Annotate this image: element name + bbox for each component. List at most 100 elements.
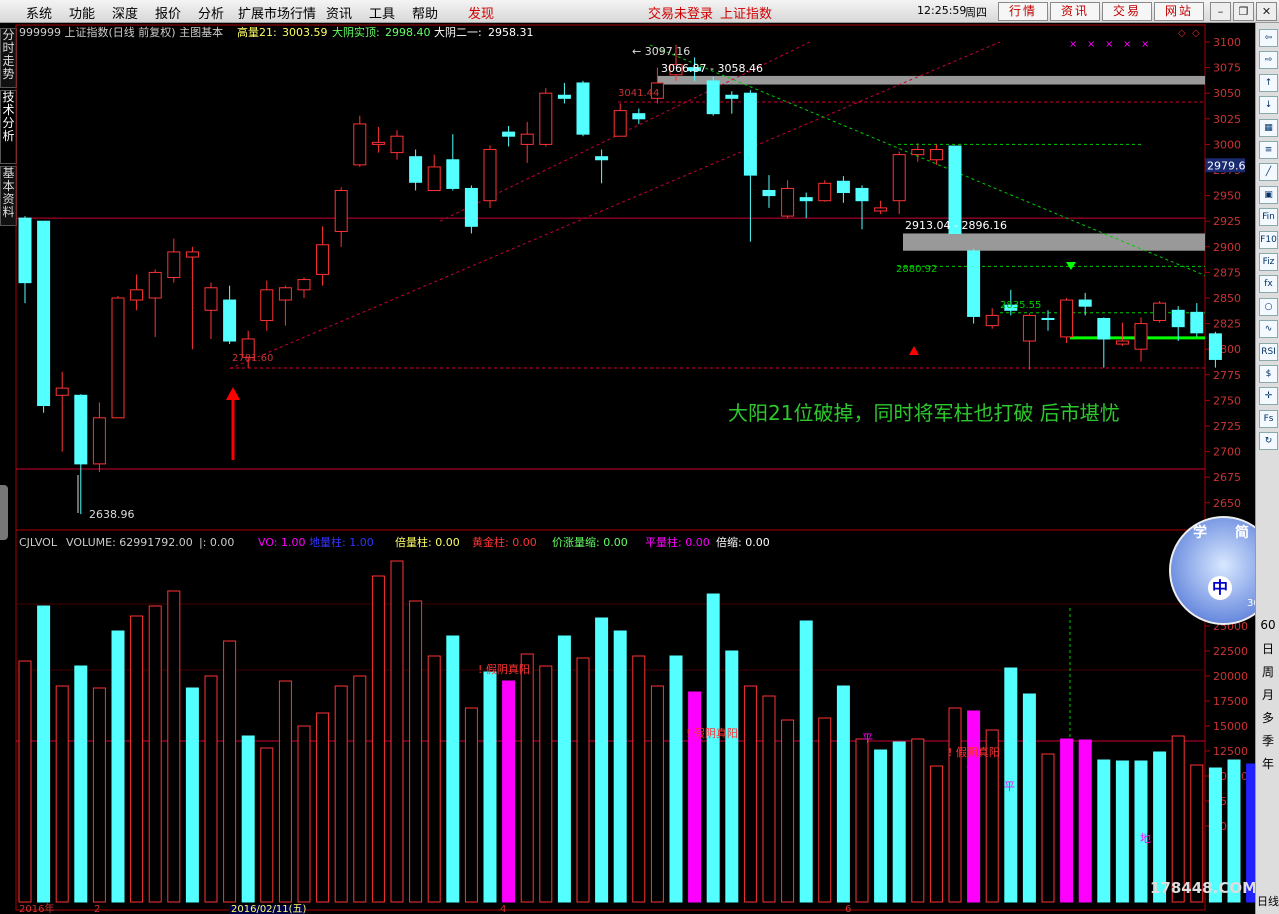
grid-icon[interactable]: ▦ — [1259, 118, 1278, 137]
candle — [557, 82, 571, 104]
rsi-icon[interactable]: RSI — [1259, 342, 1278, 361]
candle-body — [409, 156, 423, 183]
candle — [520, 121, 534, 163]
candle — [55, 371, 69, 452]
overlay-icon[interactable]: ▣ — [1259, 185, 1278, 204]
candle — [967, 248, 981, 324]
candle — [297, 277, 311, 298]
price-tick-label: 2650 — [1213, 497, 1241, 510]
trough-label: 2638.96 — [89, 508, 135, 521]
candle-body — [316, 244, 330, 275]
candle-body — [278, 287, 292, 301]
fiz-icon[interactable]: Fiz — [1259, 253, 1278, 271]
volume-bar — [502, 680, 516, 903]
candle — [167, 238, 181, 283]
bars-icon[interactable]: ≡ — [1259, 141, 1278, 159]
candle — [353, 115, 367, 167]
peak-label: ← 3097.16 — [632, 45, 690, 58]
low-mark-label: 2781.60 — [232, 353, 273, 364]
volume-bar — [464, 707, 478, 903]
period-month[interactable]: 月 — [1258, 686, 1278, 703]
candle — [111, 295, 125, 419]
cross-icon[interactable]: ✛ — [1259, 387, 1278, 406]
candle — [929, 144, 943, 165]
fs-icon[interactable]: Fs — [1259, 409, 1278, 428]
candle — [1134, 317, 1148, 362]
candle-body — [595, 156, 609, 161]
money-icon[interactable]: $ — [1259, 365, 1278, 383]
candle-body — [892, 154, 906, 202]
big-yin-label: 大阴二一: — [434, 25, 482, 39]
candle-body — [74, 394, 88, 465]
candle-body — [799, 197, 813, 202]
price-tick-label: 3025 — [1213, 113, 1241, 126]
di-value: 地量柱: 1.00 — [309, 535, 374, 549]
candle — [1060, 298, 1074, 344]
di-label: 地 — [1140, 832, 1151, 845]
marker-icon: × — [1105, 39, 1113, 50]
fx-icon[interactable]: fx — [1259, 275, 1278, 294]
diamond-icon: ◇ — [1192, 28, 1200, 39]
candle — [799, 192, 813, 219]
candle-body — [92, 417, 106, 465]
candle-body — [632, 113, 646, 120]
period-year[interactable]: 年 — [1258, 755, 1278, 772]
candle — [185, 246, 199, 350]
candle-body — [427, 166, 441, 191]
zoom-out-icon[interactable]: ↓ — [1259, 96, 1278, 115]
volume-bar — [316, 712, 330, 903]
candle — [92, 402, 106, 473]
candle-body — [967, 250, 981, 317]
candle — [148, 269, 162, 337]
period-60[interactable]: 60 — [1258, 618, 1278, 632]
back-icon[interactable]: ⇦ — [1259, 29, 1278, 47]
candle — [260, 280, 274, 331]
period-week[interactable]: 周 — [1258, 663, 1278, 680]
candle — [427, 154, 441, 191]
candle — [1078, 292, 1092, 316]
candle — [613, 103, 627, 137]
candle-body — [297, 279, 311, 291]
chart-area[interactable]: 999999 上证指数(日线 前复权) 主图基本 高量21: 3003.59 大… — [0, 0, 1255, 914]
period-multi[interactable]: 多 — [1258, 709, 1278, 726]
candle-body — [130, 289, 144, 301]
candle — [371, 126, 385, 153]
period-day[interactable]: 日 — [1258, 640, 1278, 657]
volume-tick-label: 20000 — [1213, 670, 1248, 683]
circle-icon[interactable]: ○ — [1259, 297, 1278, 316]
period-season[interactable]: 季 — [1258, 732, 1278, 749]
close-icon[interactable]: ✕ — [1256, 2, 1277, 21]
forward-icon[interactable]: ⇨ — [1259, 51, 1278, 70]
volume-bar — [37, 605, 51, 903]
candle — [874, 200, 888, 215]
volume-bar — [669, 655, 683, 903]
candle-body — [18, 217, 32, 284]
volume-bar — [743, 685, 757, 903]
comment-text: 大阳21位破掉，同时将军柱也打破 后市堪忧 — [728, 401, 1120, 425]
candle — [130, 274, 144, 311]
candle — [855, 185, 869, 230]
candle-body — [1115, 340, 1129, 345]
candle-body — [706, 80, 720, 115]
candle-body — [743, 92, 757, 176]
candle — [483, 145, 497, 208]
zone-top-label: 3066.87 - 3058.46 — [661, 62, 763, 75]
candle — [1208, 331, 1222, 368]
volume-bar — [483, 671, 497, 903]
flat-label-3: 平 — [1004, 780, 1015, 793]
zoom-in-icon[interactable]: ↑ — [1259, 73, 1278, 92]
volume-bar — [390, 560, 404, 903]
refresh-icon[interactable]: ↻ — [1259, 432, 1278, 451]
volume-bar — [353, 675, 367, 903]
candle-body — [557, 94, 571, 99]
candle-body — [1190, 311, 1204, 334]
volume-bar — [111, 630, 125, 903]
fin-icon[interactable]: Fin — [1259, 208, 1278, 227]
candle — [911, 143, 925, 162]
f10-icon[interactable]: F10 — [1259, 230, 1278, 249]
candle — [836, 176, 850, 203]
high-volume-value: 3003.59 — [282, 26, 328, 39]
line-icon[interactable]: ╱ — [1259, 163, 1278, 182]
wave-icon[interactable]: ∿ — [1259, 320, 1278, 339]
volume-bar — [278, 680, 292, 903]
